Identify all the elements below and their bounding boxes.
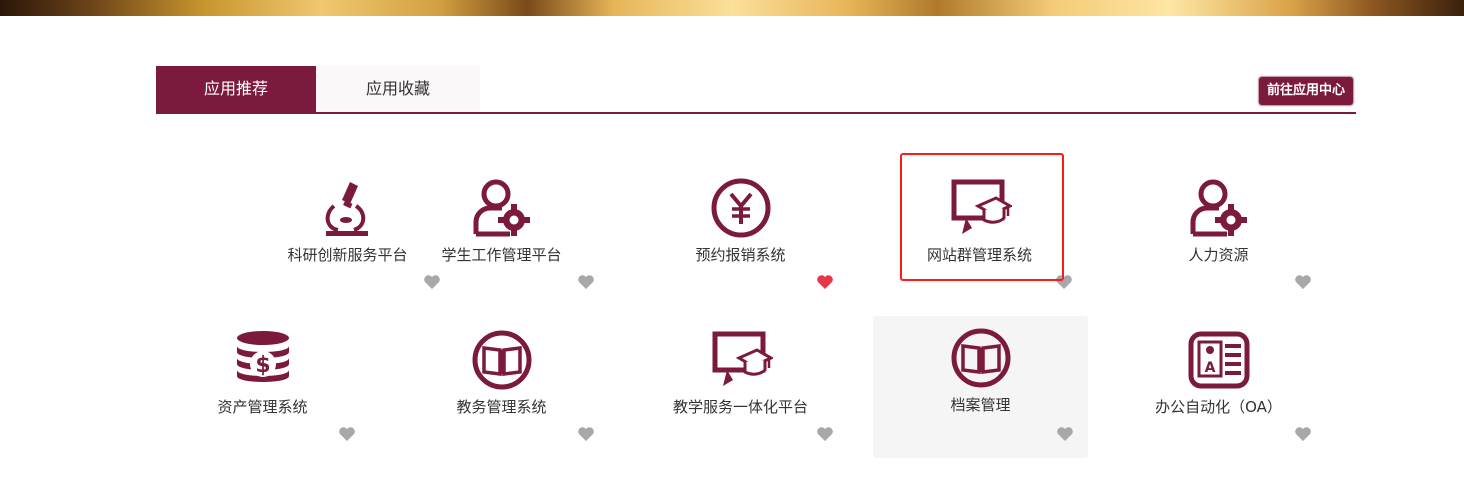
svg-text:A: A [1204,360,1215,376]
book-icon [949,326,1013,390]
app-name: 教务管理系统 [456,398,547,416]
user-gear-icon [1187,176,1251,240]
app-tile[interactable]: 档案管理 [873,316,1088,458]
favorite-heart-icon[interactable] [816,274,834,290]
app-tile[interactable]: $ 资产管理系统 [155,318,370,460]
app-name: 网站群管理系统 [926,246,1032,264]
app-name: 人力资源 [1188,246,1249,264]
app-tab-bar: 应用推荐 应用收藏 前往应用中心 [156,66,1356,114]
goto-app-center-button[interactable]: 前往应用中心 [1257,76,1354,106]
favorite-heart-icon[interactable] [1056,426,1074,442]
yen-icon [709,176,773,240]
app-tile[interactable]: 教务管理系统 [394,318,609,460]
favorite-heart-icon[interactable] [816,426,834,442]
microscope-icon [316,176,380,240]
app-tile[interactable]: 人力资源 [1111,166,1326,308]
favorite-heart-icon[interactable] [577,426,595,442]
user-gear-icon [470,176,534,240]
app-name: 档案管理 [950,396,1011,414]
monitor-graduation-icon [948,176,1012,240]
favorite-heart-icon[interactable] [1294,426,1312,442]
id-card-icon: A [1187,328,1251,392]
app-tile[interactable]: A 办公自动化（OA） [1111,318,1326,460]
favorite-heart-icon[interactable] [1294,274,1312,290]
tab-app-favorites[interactable]: 应用收藏 [316,66,480,112]
app-name: 办公自动化（OA） [1155,398,1282,416]
app-name: 教学服务一体化平台 [672,398,808,416]
coins-dollar-icon: $ [231,328,295,392]
app-tile[interactable]: 预约报销系统 [633,166,848,308]
monitor-graduation-icon [709,328,773,392]
favorite-heart-icon[interactable] [577,274,595,290]
book-icon [470,328,534,392]
app-tile[interactable]: 教学服务一体化平台 [633,318,848,460]
header-banner-image [0,0,1464,16]
tab-app-recommend[interactable]: 应用推荐 [156,66,316,112]
app-name: 资产管理系统 [217,398,308,416]
svg-text:$: $ [255,353,270,378]
favorite-heart-icon[interactable] [338,426,356,442]
app-name: 学生工作管理平台 [441,246,562,264]
favorite-heart-icon[interactable] [1055,274,1073,290]
app-tile[interactable]: 学生工作管理平台 [394,166,609,308]
app-name: 预约报销系统 [695,246,786,264]
app-tile[interactable]: 网站群管理系统 [872,166,1087,308]
